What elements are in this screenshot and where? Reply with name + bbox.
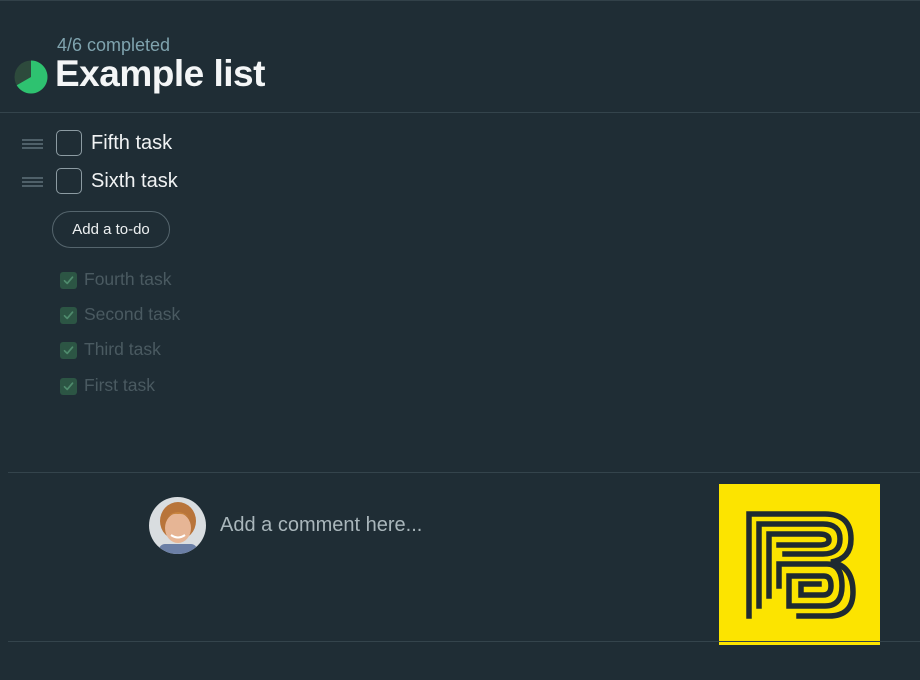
progress-pie-icon	[14, 60, 48, 94]
user-avatar[interactable]	[149, 497, 206, 554]
checkmark-icon	[63, 311, 74, 320]
drag-handle-icon[interactable]	[22, 177, 43, 187]
todo-checkbox[interactable]	[56, 130, 82, 156]
brand-logo	[719, 484, 880, 645]
completed-checkbox[interactable]	[60, 342, 77, 359]
completed-todo-label[interactable]: Second task	[84, 304, 180, 325]
divider	[0, 112, 920, 113]
todo-label[interactable]: Sixth task	[91, 170, 178, 193]
list-title: Example list	[55, 53, 265, 94]
checkmark-icon	[63, 346, 74, 355]
completed-checkbox[interactable]	[60, 378, 77, 395]
completed-checkbox[interactable]	[60, 307, 77, 324]
todo-checkbox[interactable]	[56, 168, 82, 194]
checkmark-icon	[63, 276, 74, 285]
completed-checkbox[interactable]	[60, 272, 77, 289]
completed-todo-label[interactable]: Third task	[84, 339, 161, 360]
add-todo-button[interactable]: Add a to-do	[52, 211, 170, 248]
divider	[8, 641, 920, 642]
drag-handle-icon[interactable]	[22, 139, 43, 149]
completed-todo-label[interactable]: Fourth task	[84, 269, 172, 290]
comment-input[interactable]	[214, 507, 614, 543]
checkmark-icon	[63, 382, 74, 391]
completed-todo-label[interactable]: First task	[84, 375, 155, 396]
divider	[8, 472, 920, 473]
top-border	[0, 0, 920, 1]
todo-label[interactable]: Fifth task	[91, 132, 172, 155]
